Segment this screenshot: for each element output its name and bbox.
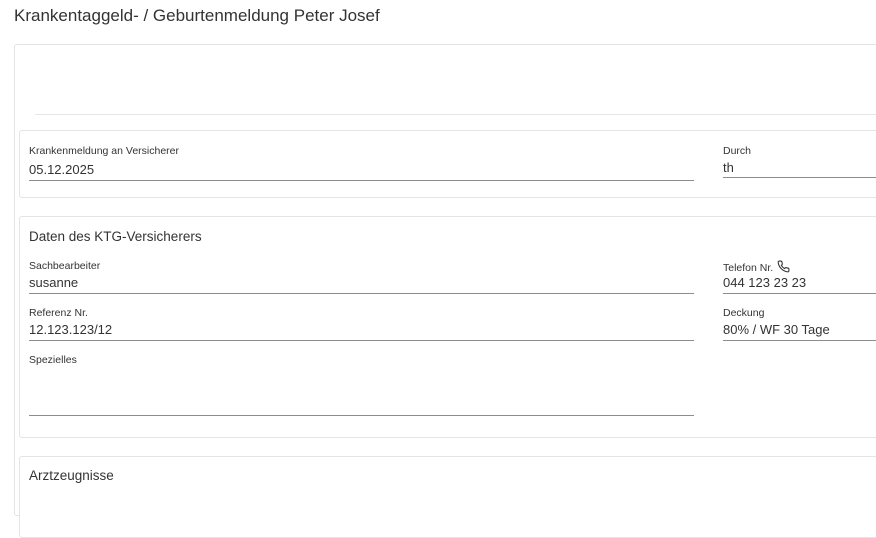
referenz-input[interactable]: 12.123.123/12: [29, 322, 694, 338]
referenz-underline: [29, 340, 694, 341]
ktg-section: Daten des KTG-Versicherers Sachbearbeite…: [19, 216, 876, 438]
deckung-underline: [723, 340, 876, 341]
phone-icon[interactable]: [777, 260, 790, 273]
krankenmeldung-date-input[interactable]: 05.12.2025: [29, 162, 694, 178]
durch-label: Durch: [723, 145, 752, 157]
ktg-section-title: Daten des KTG-Versicherers: [29, 229, 202, 244]
referenz-label: Referenz Nr.: [29, 307, 88, 319]
telefon-label-row: Telefon Nr.: [723, 260, 876, 274]
telefon-input[interactable]: 044 123 23 23: [723, 275, 876, 291]
krankenmeldung-date-underline: [29, 180, 694, 181]
sachbearbeiter-field[interactable]: Sachbearbeiter susanne: [29, 260, 694, 294]
sachbearbeiter-underline: [29, 293, 694, 294]
arztzeugnisse-title: Arztzeugnisse: [29, 468, 114, 483]
spezielles-textarea[interactable]: [29, 366, 694, 415]
durch-field[interactable]: Durch th: [723, 145, 876, 178]
deckung-label: Deckung: [723, 307, 765, 319]
krankenmeldung-date-field[interactable]: Krankenmeldung an Versicherer 05.12.2025: [29, 145, 694, 181]
top-divider: [35, 114, 876, 115]
krankenmeldung-section: Krankenmeldung an Versicherer 05.12.2025…: [19, 130, 876, 198]
durch-input[interactable]: th: [723, 160, 876, 176]
spezielles-field[interactable]: Spezielles: [29, 354, 694, 416]
telefon-underline: [723, 293, 876, 294]
deckung-field[interactable]: Deckung 80% / WF 30 Tage: [723, 307, 876, 341]
form-card: Krankenmeldung an Versicherer 05.12.2025…: [14, 44, 876, 538]
arztzeugnisse-section: Arztzeugnisse: [19, 456, 876, 538]
spezielles-underline: [29, 415, 694, 416]
sachbearbeiter-input[interactable]: susanne: [29, 275, 694, 291]
deckung-input[interactable]: 80% / WF 30 Tage: [723, 322, 876, 338]
telefon-label: Telefon Nr.: [723, 262, 774, 274]
sachbearbeiter-label: Sachbearbeiter: [29, 260, 101, 272]
page-title: Krankentaggeld- / Geburtenmeldung Peter …: [14, 6, 380, 25]
spezielles-label: Spezielles: [29, 354, 77, 366]
referenz-field[interactable]: Referenz Nr. 12.123.123/12: [29, 307, 694, 341]
krankenmeldung-date-label: Krankenmeldung an Versicherer: [29, 145, 180, 157]
telefon-field[interactable]: Telefon Nr. 044 123 23 23: [723, 260, 876, 294]
durch-underline: [723, 177, 876, 178]
